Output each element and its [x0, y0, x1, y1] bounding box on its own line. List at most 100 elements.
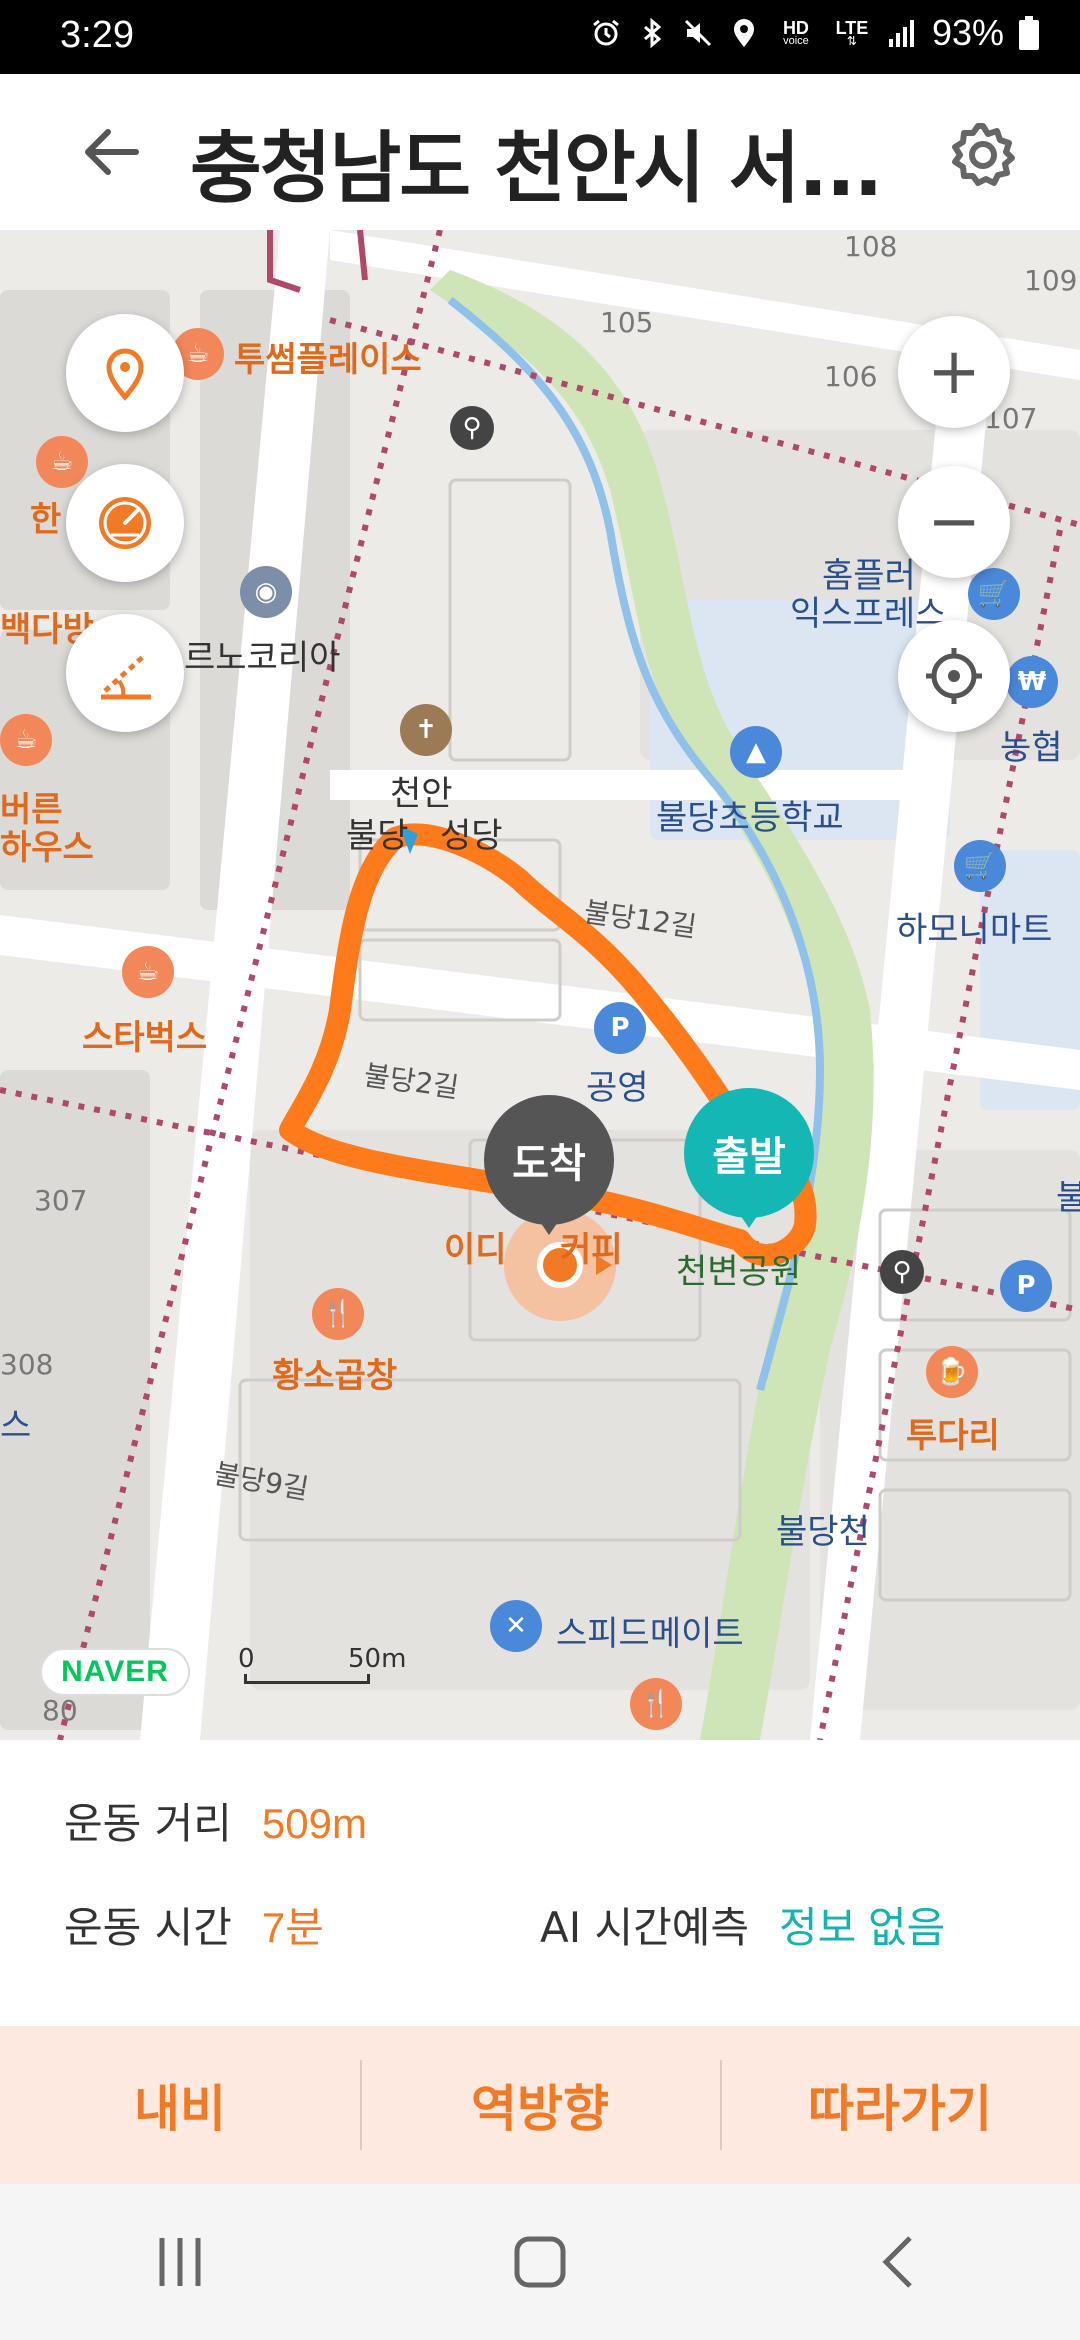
poi-label: 불당천 — [776, 1512, 870, 1552]
my-location-button[interactable] — [898, 620, 1010, 732]
bicycle-icon[interactable]: ⚲ — [450, 406, 494, 450]
zoom-in-button[interactable]: + — [898, 316, 1010, 428]
poi-label: 이디 — [444, 1230, 507, 1270]
battery-percent: 93% — [931, 12, 1004, 53]
poi-label: 스 — [0, 1406, 32, 1446]
poi-label: 스피드메이트 — [556, 1614, 744, 1654]
signal-icon — [886, 17, 918, 49]
poi-label: 투다리 — [906, 1416, 1000, 1456]
shopping-cart-icon[interactable]: 🛒 — [954, 840, 1006, 892]
bank-icon[interactable]: ₩ — [1006, 656, 1058, 708]
distance-value: 509m — [261, 1800, 367, 1847]
navi-button[interactable]: 내비 — [0, 2026, 360, 2184]
route-info-panel: 운동 거리 509m 운동 시간 7분 AI 시간예측 정보 없음 — [0, 1740, 1080, 2026]
bluetooth-icon — [636, 17, 668, 49]
time-row: 운동 시간 7분 — [64, 1894, 324, 1955]
zoom-out-button[interactable]: − — [898, 466, 1010, 578]
slope-icon — [101, 653, 151, 700]
cafe-icon[interactable]: ☕ — [36, 436, 88, 488]
reverse-button[interactable]: 역방향 — [360, 2026, 720, 2184]
pub-icon[interactable]: 🍺 — [926, 1346, 978, 1398]
action-bar: 내비 역방향 따라가기 — [0, 2026, 1080, 2184]
status-time: 3:29 — [60, 14, 134, 56]
shopping-cart-icon[interactable]: 🛒 — [968, 568, 1020, 620]
building-number: 109 — [1024, 264, 1078, 297]
ai-label: AI 시간예측 — [540, 1903, 750, 1952]
building-number: 307 — [34, 1184, 88, 1217]
restaurant-icon[interactable]: 🍴 — [630, 1678, 682, 1730]
settings-button[interactable] — [940, 112, 1026, 198]
poi-label: 불당초등학교 — [656, 798, 844, 838]
status-bar: 3:29 HD voice LTE ⇅ 93% — [0, 0, 1080, 74]
poi-label: 하모니마트 — [896, 910, 1053, 950]
cafe-icon[interactable]: ☕ — [122, 946, 174, 998]
building-number: 105 — [600, 306, 654, 339]
speed-button[interactable] — [66, 464, 184, 582]
start-marker[interactable]: 출발 — [684, 1088, 814, 1228]
chevron-left-icon — [882, 2236, 912, 2288]
location-pin-icon — [106, 348, 144, 401]
poi-label: 황소곱창 — [272, 1356, 398, 1396]
time-label: 운동 시간 — [64, 1903, 232, 1952]
poi-label: 커피 — [560, 1230, 623, 1270]
poi-label: 스타벅스 — [82, 1018, 208, 1058]
poi-label: 불당 — [346, 816, 409, 856]
poi-label: 성당 — [440, 816, 503, 856]
lte-icon: LTE ⇅ — [835, 18, 869, 48]
poi-label: 르노코리아 — [184, 638, 341, 678]
home-button[interactable] — [480, 2202, 600, 2322]
scale-distance: 50m — [348, 1644, 407, 1674]
scale-zero: 0 — [238, 1644, 255, 1674]
speedometer-icon — [99, 497, 151, 549]
mute-icon — [682, 17, 714, 49]
distance-label: 운동 거리 — [64, 1799, 232, 1848]
map-view[interactable]: 투썸플레이스 한 백다방 르노코리아 버른 하우스 스타벅스 천안 불당 성당 … — [0, 230, 1080, 1740]
cafe-icon[interactable]: ☕ — [0, 714, 52, 766]
ai-prediction-row: AI 시간예측 정보 없음 — [540, 1894, 945, 1955]
home-icon — [514, 2236, 566, 2288]
battery-icon — [1018, 16, 1040, 50]
slope-button[interactable] — [66, 614, 184, 732]
poi-label: 한 — [30, 500, 62, 540]
map-scale: 0 50m — [238, 1644, 406, 1690]
poi-toggle-button[interactable] — [66, 314, 184, 432]
recent-apps-icon — [159, 2238, 201, 2286]
gear-icon — [952, 123, 1015, 186]
distance-row: 운동 거리 509m — [64, 1790, 367, 1851]
parking-icon[interactable]: P — [1000, 1260, 1052, 1312]
poi-label: 하우스 — [0, 828, 94, 868]
arrow-left-icon — [85, 129, 139, 175]
back-nav-button[interactable] — [840, 2202, 960, 2322]
recent-apps-button[interactable] — [120, 2202, 240, 2322]
naver-logo: NAVER — [40, 1648, 190, 1696]
building-number: 80 — [42, 1694, 78, 1727]
poi-label: 천변공원 — [676, 1252, 802, 1292]
status-icons: HD voice LTE ⇅ 93% — [590, 12, 1040, 54]
system-nav-bar — [0, 2184, 1080, 2340]
poi-label: 불 — [1056, 1178, 1080, 1218]
hd-voice-icon: HD voice — [782, 18, 809, 47]
school-icon[interactable]: ▲ — [730, 726, 782, 778]
poi-label: 공영 — [586, 1068, 649, 1108]
time-value: 7분 — [261, 1904, 324, 1951]
crosshair-icon — [926, 648, 982, 704]
header: 충청남도 천안시 서... — [0, 74, 1080, 230]
follow-button[interactable]: 따라가기 — [720, 2026, 1080, 2184]
poi-label: 농협 — [1000, 728, 1063, 768]
parking-icon[interactable]: P — [594, 1002, 646, 1054]
building-number: 108 — [844, 230, 898, 263]
ai-value: 정보 없음 — [779, 1904, 946, 1951]
church-icon[interactable]: ✝ — [400, 704, 452, 756]
poi-label: 투썸플레이스 — [234, 340, 422, 380]
location-icon — [728, 17, 760, 49]
back-button[interactable] — [70, 112, 150, 192]
end-marker[interactable]: 도착 — [484, 1095, 614, 1235]
alarm-icon — [590, 17, 622, 49]
restaurant-icon[interactable]: 🍴 — [312, 1288, 364, 1340]
building-number: 308 — [0, 1348, 54, 1381]
page-title: 충청남도 천안시 서... — [190, 124, 883, 214]
wrench-icon[interactable]: ✕ — [490, 1600, 542, 1652]
bicycle-icon[interactable]: ⚲ — [880, 1250, 924, 1294]
place-icon[interactable]: ◉ — [240, 566, 292, 618]
building-number: 106 — [824, 360, 878, 393]
